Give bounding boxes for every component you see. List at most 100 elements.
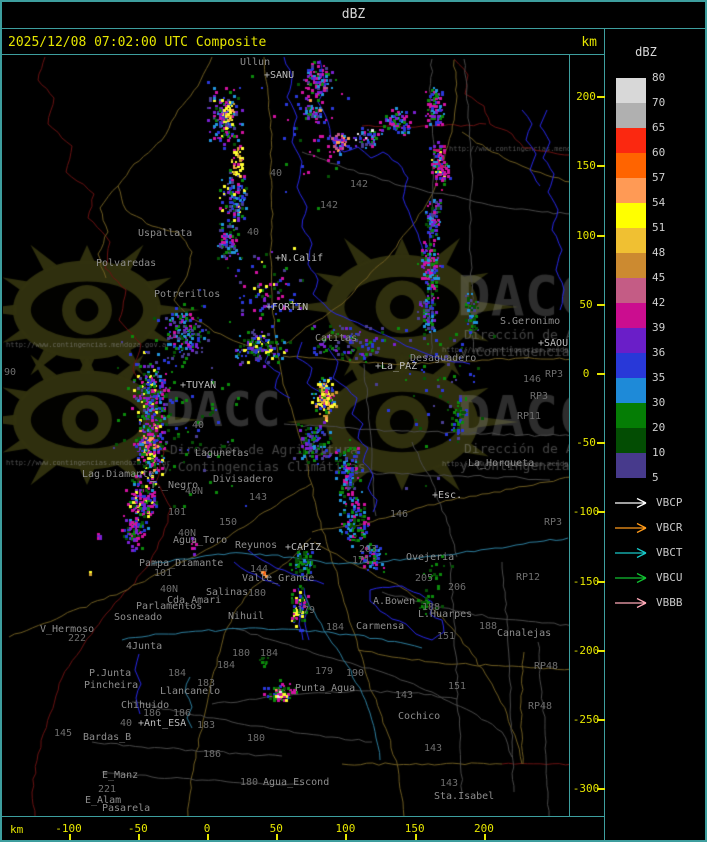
- x-tick-mark: [207, 834, 209, 840]
- station-label: +SANU: [264, 70, 295, 81]
- station-label: +SAOU: [538, 338, 569, 349]
- x-axis: km -100 -50 0 50 100 150 200: [2, 817, 605, 842]
- colorbar-block: [616, 153, 646, 178]
- road-number-label: RP3: [545, 369, 564, 380]
- station-label: +Esc.: [432, 490, 463, 501]
- colorbar-block: [616, 228, 646, 253]
- colorbar-block: [616, 278, 646, 303]
- x-tick-mark: [483, 834, 486, 840]
- road-number-label: 143: [249, 492, 268, 503]
- place-label: Pincheira: [84, 680, 139, 691]
- colorbar-tick-label: 39: [652, 321, 666, 334]
- vbcp-arrow-icon: [615, 497, 647, 509]
- colorbar-tick-label: 54: [652, 196, 666, 209]
- road-number-label: 151: [448, 681, 467, 692]
- y-tick-mark: [597, 511, 605, 514]
- station-label: +FORTIN: [266, 302, 309, 313]
- info-row: 2025/12/08 07:02:00 UTC Composite km: [2, 29, 605, 55]
- y-tick-mark: [597, 719, 605, 722]
- road-number-label: 101: [154, 568, 173, 579]
- place-label: Valle_Grande: [242, 573, 315, 584]
- place-label: Bardas_B: [83, 732, 132, 743]
- road-number-label: 90: [4, 367, 17, 378]
- y-tick-mark: [597, 165, 605, 168]
- colorbar-panel: dBZ 80 70 65 60 57 54 51 48 45 42 39 36 35 30 20 10 5 VB…: [606, 29, 705, 840]
- colorbar-tick-label: 70: [652, 96, 666, 109]
- road-number-label: 40N: [178, 528, 197, 539]
- colorbar-block: [616, 253, 646, 278]
- legend-label: VBCR: [656, 521, 683, 534]
- legend-label: VBCT: [656, 546, 683, 559]
- station-label: +N.Calif: [275, 253, 324, 264]
- y-tick-mark: [597, 649, 605, 652]
- colorbar-block: [616, 428, 646, 453]
- place-label: Catitas: [315, 333, 358, 344]
- road-number-label: 143: [395, 690, 414, 701]
- colorbar-tick-label: 48: [652, 246, 666, 259]
- road-number-label: 142: [320, 200, 339, 211]
- vbcu-arrow-icon: [615, 572, 647, 584]
- place-label: L.Huarpes: [418, 609, 473, 620]
- radar-map-area: Ullun +SANU Uspallata Polvaredas +N.Calif Pot…: [3, 55, 570, 816]
- place-label: Agua_Escond: [263, 777, 330, 788]
- y-tick-mark: [597, 442, 605, 445]
- road-number-label: 184: [168, 668, 187, 679]
- legend-row-vbbb: VBBB: [614, 595, 704, 611]
- road-number-label: 151: [437, 631, 456, 642]
- station-label: +CAPIZ: [285, 542, 322, 553]
- page-title: dBZ: [341, 7, 366, 22]
- radar-app-window: { "title": "dBZ", "info": { "timestamp":…: [0, 0, 707, 842]
- road-number-label: 203: [359, 544, 378, 555]
- x-tick-mark: [276, 834, 279, 840]
- place-label: Parlamentos: [136, 601, 203, 612]
- road-number-label: 150: [219, 517, 238, 528]
- road-number-label: 184: [217, 660, 236, 671]
- road-number-label: RP3: [544, 517, 563, 528]
- y-axis: 200 150 100 50 0 -50 -100 -150 -200 -250 -300: [571, 55, 605, 816]
- y-tick-mark: [597, 96, 605, 99]
- road-number-label: RP3: [530, 391, 549, 402]
- map-right-border: [569, 54, 570, 817]
- colorbar-blocks: [616, 78, 646, 478]
- colorbar-block: [616, 78, 646, 103]
- road-number-label: 186: [203, 749, 222, 760]
- place-label: A.Bowen: [373, 596, 416, 607]
- colorbar-block: [616, 128, 646, 153]
- y-tick-mark: [597, 234, 605, 237]
- timestamp-label: 2025/12/08 07:02:00 UTC Composite: [8, 35, 267, 50]
- y-axis-unit-label: km: [581, 35, 597, 50]
- place-label: Cochico: [398, 711, 441, 722]
- colorbar-block: [616, 353, 646, 378]
- place-label: Ovejeria: [406, 552, 455, 563]
- colorbar-block: [616, 203, 646, 228]
- colorbar-block: [616, 178, 646, 203]
- x-tick-mark: [345, 834, 348, 840]
- colorbar-block: [616, 103, 646, 128]
- colorbar-tick-label: 45: [652, 271, 666, 284]
- place-label: Polvaredas: [96, 258, 157, 269]
- colorbar-title: dBZ: [635, 45, 657, 59]
- road-number-label: 206: [448, 582, 467, 593]
- legend-row-vbcu: VBCU: [614, 570, 704, 586]
- y-tick-mark: [597, 788, 605, 791]
- x-tick-mark: [137, 834, 140, 840]
- vbbb-arrow-icon: [615, 597, 647, 609]
- y-tick-mark: [597, 580, 605, 583]
- road-number-label: 146: [523, 374, 542, 385]
- road-number-label: 205: [415, 573, 434, 584]
- road-number-label: 180: [232, 648, 251, 659]
- place-label: Canalejas: [497, 628, 552, 639]
- colorbar-block: [616, 328, 646, 353]
- road-number-label: 188: [479, 621, 498, 632]
- place-label: P.Junta: [89, 668, 132, 679]
- road-number-label: RP11: [517, 411, 542, 422]
- place-label: Lag.Diamante: [82, 469, 155, 480]
- road-number-label: 40: [192, 420, 205, 431]
- legend-row-vbct: VBCT: [614, 545, 704, 561]
- colorbar-tick-label: 35: [652, 371, 666, 384]
- road-number-label: 40: [247, 227, 260, 238]
- colorbar-tick-label: 51: [652, 221, 666, 234]
- colorbar-block: [616, 303, 646, 328]
- colorbar-tick-label: 20: [652, 421, 666, 434]
- place-label: Nihuil: [228, 611, 265, 622]
